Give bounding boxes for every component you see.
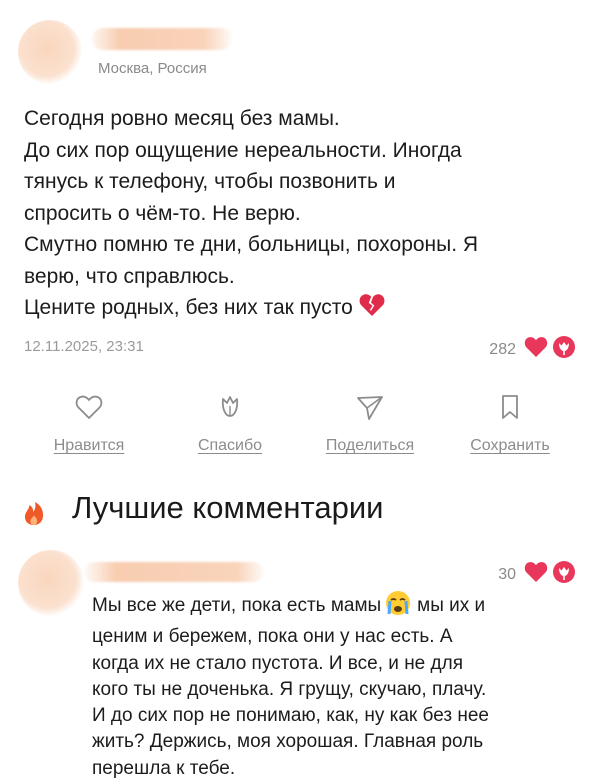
thanks-label: Спасибо <box>197 437 263 454</box>
commenter-name-redacted[interactable] <box>84 562 264 582</box>
share-label: Поделиться <box>325 437 415 454</box>
post-line-last: Цените родных, без них так пусто <box>24 292 584 327</box>
author-avatar[interactable] <box>18 20 82 84</box>
post-reactions[interactable]: 282 <box>489 335 576 364</box>
thanks-button[interactable]: Спасибо <box>160 392 300 455</box>
post-line: Цените родных, без них так пусто <box>24 296 353 319</box>
share-button[interactable]: Поделиться <box>300 392 440 455</box>
comment-line: кого ты не доченька. Я грущу, скучаю, пл… <box>92 678 487 700</box>
post-text: Сегодня ровно месяц без мамы. До сих пор… <box>24 103 584 327</box>
post-location: Москва, Россия <box>98 60 207 77</box>
post-line: До сих пор ощущение нереальности. Иногда <box>24 138 462 162</box>
heart-icon <box>19 392 159 422</box>
post-line: верю, что справлюсь. <box>24 264 235 288</box>
crying-face-icon <box>385 590 411 624</box>
comment-line: мы их и <box>417 595 486 616</box>
comment-reaction-count: 30 <box>498 565 516 583</box>
post-actions: Нравится Спасибо Поделиться Сохранить <box>0 392 600 472</box>
comment-line: перешла к тебе. <box>92 757 236 779</box>
reaction-count: 282 <box>489 340 516 358</box>
save-label: Сохранить <box>470 437 550 454</box>
comment-line-first: Мы все же дети, пока есть мамы мы их и <box>92 590 582 624</box>
post-line: тянусь к телефону, чтобы позвонить и <box>24 170 396 193</box>
comment-text: Мы все же дети, пока есть мамы мы их и ц… <box>92 590 582 782</box>
bookmark-icon <box>440 392 580 422</box>
tulip-reaction-icon <box>552 335 576 364</box>
comment-reactions[interactable]: 30 <box>498 560 576 589</box>
heart-reaction-icon <box>524 561 548 588</box>
heart-reaction-icon <box>524 336 548 363</box>
post-line: Смутно помню те дни, больницы, похороны.… <box>24 233 479 256</box>
tulip-reaction-icon <box>552 560 576 589</box>
post-date: 12.11.2025, 23:31 <box>24 338 144 355</box>
broken-heart-icon <box>359 293 385 327</box>
author-name-redacted[interactable] <box>92 28 232 50</box>
send-icon <box>300 392 440 422</box>
comment-line: И до сих пор не понимаю, как, ну как без… <box>92 705 489 727</box>
post-line: спросить о чём-то. Не верю. <box>24 201 301 225</box>
commenter-avatar[interactable] <box>18 550 84 616</box>
save-button[interactable]: Сохранить <box>440 392 580 455</box>
comment-line: жить? Держись, моя хорошая. Главная роль <box>92 731 484 753</box>
comment-line: ценим и бережем, пока они у нас есть. А <box>92 626 453 648</box>
comment-line: Мы все же дети, пока есть мамы <box>92 595 382 616</box>
comment-line: когда их не стало пустота. И все, и не д… <box>92 652 463 674</box>
fire-icon <box>22 500 46 531</box>
tulip-icon <box>160 392 300 422</box>
post-line: Сегодня ровно месяц без мамы. <box>24 107 340 130</box>
like-label: Нравится <box>53 437 125 454</box>
best-comments-title: Лучшие комментарии <box>72 490 384 525</box>
like-button[interactable]: Нравится <box>19 392 159 455</box>
